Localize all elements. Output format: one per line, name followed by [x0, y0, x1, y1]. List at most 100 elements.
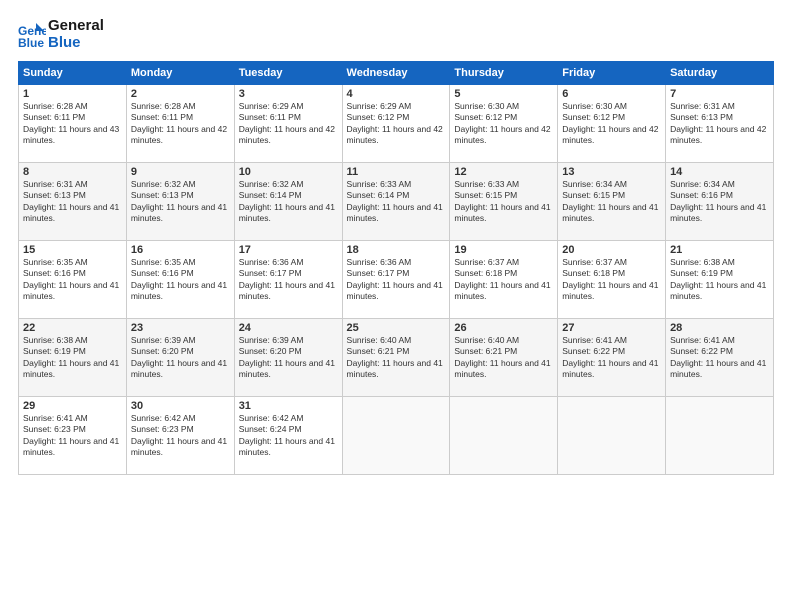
day-number: 10 [239, 166, 338, 178]
col-header-wednesday: Wednesday [342, 62, 450, 85]
cell-content: Sunrise: 6:33 AMSunset: 6:14 PMDaylight:… [347, 179, 446, 225]
cell-content: Sunrise: 6:38 AMSunset: 6:19 PMDaylight:… [23, 335, 122, 381]
cell-content: Sunrise: 6:28 AMSunset: 6:11 PMDaylight:… [131, 101, 230, 147]
cell-content: Sunrise: 6:42 AMSunset: 6:24 PMDaylight:… [239, 413, 338, 459]
cell-content: Sunrise: 6:36 AMSunset: 6:17 PMDaylight:… [347, 257, 446, 303]
cell-content: Sunrise: 6:32 AMSunset: 6:14 PMDaylight:… [239, 179, 338, 225]
cell-content: Sunrise: 6:33 AMSunset: 6:15 PMDaylight:… [454, 179, 553, 225]
day-number: 21 [670, 244, 769, 256]
week-row-1: 1Sunrise: 6:28 AMSunset: 6:11 PMDaylight… [19, 85, 774, 163]
calendar-cell: 21Sunrise: 6:38 AMSunset: 6:19 PMDayligh… [666, 241, 774, 319]
day-number: 22 [23, 322, 122, 334]
cell-content: Sunrise: 6:34 AMSunset: 6:15 PMDaylight:… [562, 179, 661, 225]
calendar-cell: 29Sunrise: 6:41 AMSunset: 6:23 PMDayligh… [19, 397, 127, 475]
calendar-cell: 6Sunrise: 6:30 AMSunset: 6:12 PMDaylight… [558, 85, 666, 163]
day-number: 18 [347, 244, 446, 256]
header: General Blue General Blue [18, 18, 774, 51]
day-number: 28 [670, 322, 769, 334]
calendar-cell: 24Sunrise: 6:39 AMSunset: 6:20 PMDayligh… [234, 319, 342, 397]
calendar-cell: 11Sunrise: 6:33 AMSunset: 6:14 PMDayligh… [342, 163, 450, 241]
calendar-cell: 22Sunrise: 6:38 AMSunset: 6:19 PMDayligh… [19, 319, 127, 397]
calendar-cell: 30Sunrise: 6:42 AMSunset: 6:23 PMDayligh… [126, 397, 234, 475]
day-number: 29 [23, 400, 122, 412]
calendar-cell: 17Sunrise: 6:36 AMSunset: 6:17 PMDayligh… [234, 241, 342, 319]
cell-content: Sunrise: 6:42 AMSunset: 6:23 PMDaylight:… [131, 413, 230, 459]
calendar-cell: 1Sunrise: 6:28 AMSunset: 6:11 PMDaylight… [19, 85, 127, 163]
calendar-body: 1Sunrise: 6:28 AMSunset: 6:11 PMDaylight… [19, 85, 774, 475]
calendar-cell [342, 397, 450, 475]
day-number: 1 [23, 88, 122, 100]
cell-content: Sunrise: 6:30 AMSunset: 6:12 PMDaylight:… [454, 101, 553, 147]
cell-content: Sunrise: 6:39 AMSunset: 6:20 PMDaylight:… [131, 335, 230, 381]
calendar-cell: 20Sunrise: 6:37 AMSunset: 6:18 PMDayligh… [558, 241, 666, 319]
day-number: 30 [131, 400, 230, 412]
day-number: 20 [562, 244, 661, 256]
day-number: 11 [347, 166, 446, 178]
day-number: 24 [239, 322, 338, 334]
calendar-cell: 12Sunrise: 6:33 AMSunset: 6:15 PMDayligh… [450, 163, 558, 241]
day-number: 27 [562, 322, 661, 334]
calendar-cell: 19Sunrise: 6:37 AMSunset: 6:18 PMDayligh… [450, 241, 558, 319]
week-row-5: 29Sunrise: 6:41 AMSunset: 6:23 PMDayligh… [19, 397, 774, 475]
day-number: 23 [131, 322, 230, 334]
calendar-cell: 18Sunrise: 6:36 AMSunset: 6:17 PMDayligh… [342, 241, 450, 319]
day-number: 25 [347, 322, 446, 334]
col-header-monday: Monday [126, 62, 234, 85]
logo-general: General [48, 18, 104, 35]
col-header-saturday: Saturday [666, 62, 774, 85]
calendar-cell: 26Sunrise: 6:40 AMSunset: 6:21 PMDayligh… [450, 319, 558, 397]
calendar-cell [666, 397, 774, 475]
cell-content: Sunrise: 6:41 AMSunset: 6:22 PMDaylight:… [562, 335, 661, 381]
calendar-cell: 9Sunrise: 6:32 AMSunset: 6:13 PMDaylight… [126, 163, 234, 241]
cell-content: Sunrise: 6:41 AMSunset: 6:23 PMDaylight:… [23, 413, 122, 459]
calendar-cell [558, 397, 666, 475]
calendar-cell: 16Sunrise: 6:35 AMSunset: 6:16 PMDayligh… [126, 241, 234, 319]
day-number: 13 [562, 166, 661, 178]
day-number: 6 [562, 88, 661, 100]
calendar-cell: 25Sunrise: 6:40 AMSunset: 6:21 PMDayligh… [342, 319, 450, 397]
cell-content: Sunrise: 6:34 AMSunset: 6:16 PMDaylight:… [670, 179, 769, 225]
col-header-thursday: Thursday [450, 62, 558, 85]
calendar-cell [450, 397, 558, 475]
logo-blue: Blue [48, 35, 104, 52]
day-number: 17 [239, 244, 338, 256]
cell-content: Sunrise: 6:35 AMSunset: 6:16 PMDaylight:… [131, 257, 230, 303]
calendar-cell: 28Sunrise: 6:41 AMSunset: 6:22 PMDayligh… [666, 319, 774, 397]
day-number: 26 [454, 322, 553, 334]
week-row-3: 15 Sunrise: 6:35 AMSunset: 6:16 PMDayligh… [19, 241, 774, 319]
calendar-cell: 15Sunrise: 6:35 AMSunset: 6:16 PMDayligh… [19, 241, 127, 319]
week-row-4: 22Sunrise: 6:38 AMSunset: 6:19 PMDayligh… [19, 319, 774, 397]
day-number: 16 [131, 244, 230, 256]
calendar-cell: 2Sunrise: 6:28 AMSunset: 6:11 PMDaylight… [126, 85, 234, 163]
cell-content: Sunrise: 6:41 AMSunset: 6:22 PMDaylight:… [670, 335, 769, 381]
cell-content: Sunrise: 6:40 AMSunset: 6:21 PMDaylight:… [347, 335, 446, 381]
day-number: 3 [239, 88, 338, 100]
calendar-table: SundayMondayTuesdayWednesdayThursdayFrid… [18, 61, 774, 475]
day-number: 2 [131, 88, 230, 100]
calendar-cell: 14Sunrise: 6:34 AMSunset: 6:16 PMDayligh… [666, 163, 774, 241]
week-row-2: 8Sunrise: 6:31 AMSunset: 6:13 PMDaylight… [19, 163, 774, 241]
page: General Blue General Blue SundayMondayTu… [0, 0, 792, 612]
calendar-cell: 23Sunrise: 6:39 AMSunset: 6:20 PMDayligh… [126, 319, 234, 397]
col-header-friday: Friday [558, 62, 666, 85]
calendar-cell: 5Sunrise: 6:30 AMSunset: 6:12 PMDaylight… [450, 85, 558, 163]
day-number: 4 [347, 88, 446, 100]
day-number: 15 [23, 244, 122, 256]
logo: General Blue General Blue [18, 18, 104, 51]
day-number: 31 [239, 400, 338, 412]
calendar-cell: 7Sunrise: 6:31 AMSunset: 6:13 PMDaylight… [666, 85, 774, 163]
cell-content: Sunrise: 6:37 AMSunset: 6:18 PMDaylight:… [562, 257, 661, 303]
cell-content: Sunrise: 6:37 AMSunset: 6:18 PMDaylight:… [454, 257, 553, 303]
cell-content: Sunrise: 6:40 AMSunset: 6:21 PMDaylight:… [454, 335, 553, 381]
calendar-cell: 13Sunrise: 6:34 AMSunset: 6:15 PMDayligh… [558, 163, 666, 241]
cell-content: Sunrise: 6:31 AMSunset: 6:13 PMDaylight:… [23, 179, 122, 225]
calendar-cell: 27Sunrise: 6:41 AMSunset: 6:22 PMDayligh… [558, 319, 666, 397]
cell-content: Sunrise: 6:31 AMSunset: 6:13 PMDaylight:… [670, 101, 769, 147]
calendar-cell: 3Sunrise: 6:29 AMSunset: 6:11 PMDaylight… [234, 85, 342, 163]
cell-content: Sunrise: 6:28 AMSunset: 6:11 PMDaylight:… [23, 101, 122, 147]
day-number: 5 [454, 88, 553, 100]
cell-content: Sunrise: 6:38 AMSunset: 6:19 PMDaylight:… [670, 257, 769, 303]
calendar-cell: 8Sunrise: 6:31 AMSunset: 6:13 PMDaylight… [19, 163, 127, 241]
day-number: 19 [454, 244, 553, 256]
day-number: 12 [454, 166, 553, 178]
